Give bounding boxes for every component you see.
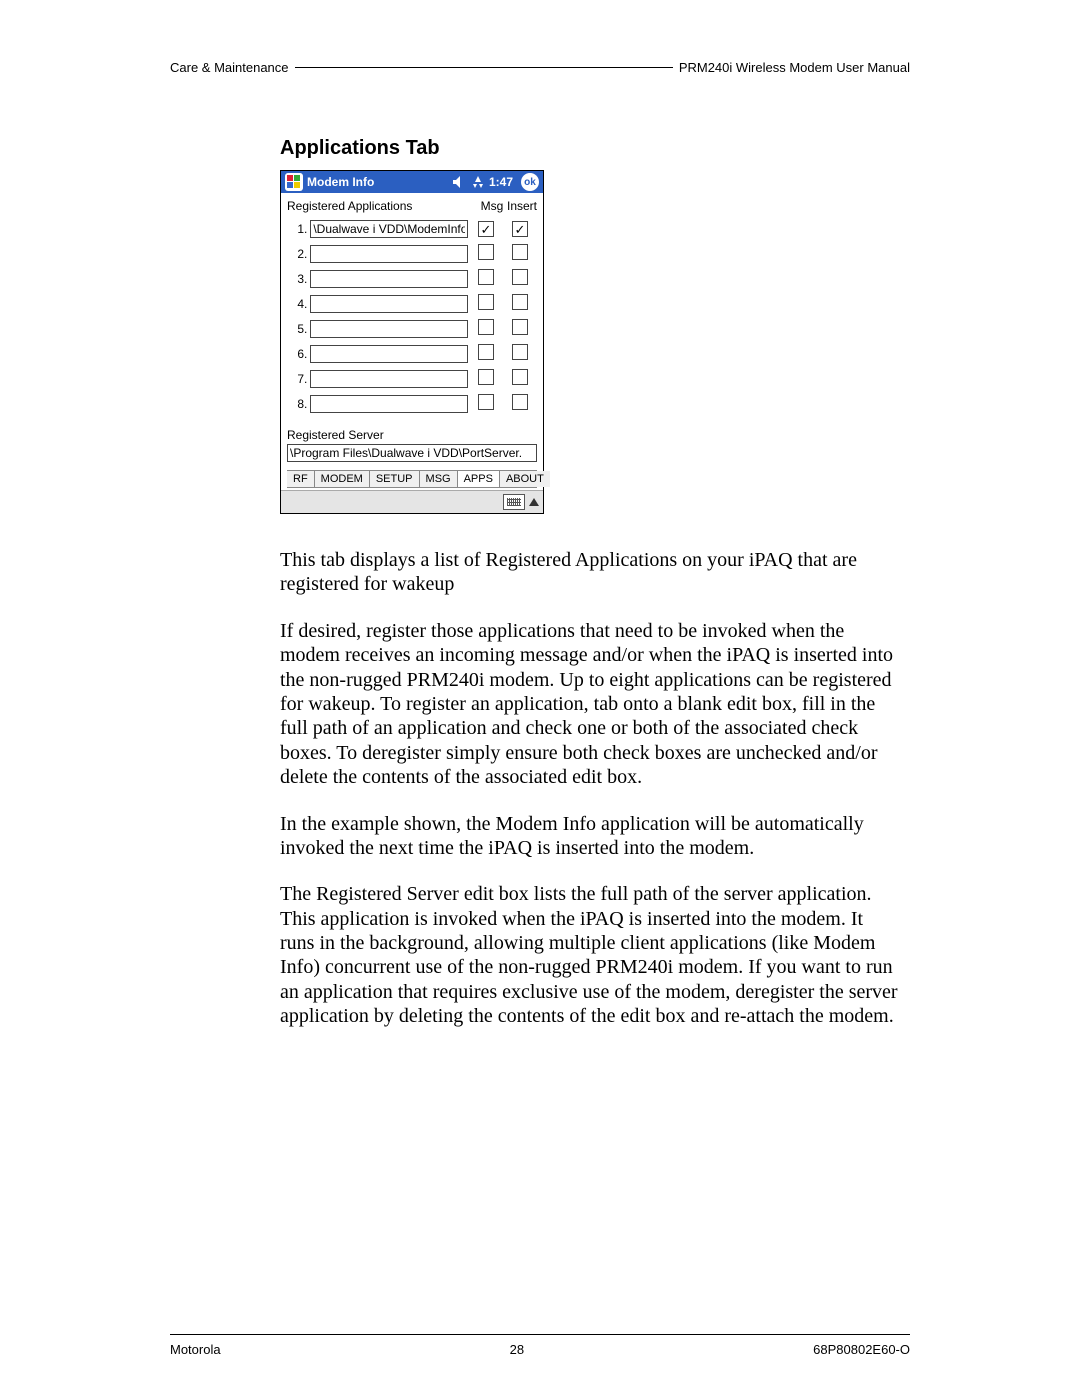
screenshot-figure: Modem Info 1:47 ok Registered Applicatio… <box>280 170 910 514</box>
apps-header-row: Registered Applications Msg Insert <box>287 199 537 213</box>
app-path-input[interactable] <box>310 220 468 238</box>
row-number: 7. <box>287 368 309 389</box>
app-row: 1. <box>287 219 537 239</box>
registered-apps-label: Registered Applications <box>287 199 477 213</box>
msg-checkbox[interactable] <box>478 269 494 285</box>
registered-server-box <box>287 442 537 462</box>
app-row: 7. <box>287 368 537 389</box>
row-number: 8. <box>287 393 309 414</box>
sip-taskbar <box>281 490 543 513</box>
app-row: 4. <box>287 293 537 314</box>
app-path-input[interactable] <box>310 245 468 263</box>
app-row: 2. <box>287 243 537 264</box>
tab-msg[interactable]: MSG <box>420 471 458 487</box>
header-rule <box>295 67 673 68</box>
window-titlebar: Modem Info 1:47 ok <box>281 171 543 193</box>
column-insert-label: Insert <box>507 199 537 213</box>
section-heading: Applications Tab <box>280 137 910 160</box>
speaker-icon[interactable] <box>453 176 467 188</box>
clock-text: 1:47 <box>489 175 513 189</box>
server-path-input[interactable] <box>287 444 537 462</box>
sip-up-arrow-icon[interactable] <box>529 498 539 506</box>
app-path-input[interactable] <box>310 370 468 388</box>
app-path-input[interactable] <box>310 345 468 363</box>
signal-icon[interactable] <box>471 176 485 188</box>
tab-setup[interactable]: SETUP <box>370 471 420 487</box>
body-text: This tab displays a list of Registered A… <box>280 548 900 1029</box>
app-path-input[interactable] <box>310 395 468 413</box>
insert-checkbox[interactable] <box>512 394 528 410</box>
app-row: 3. <box>287 268 537 289</box>
running-footer: Motorola 28 68P80802E60-O <box>170 1342 910 1357</box>
para-1: This tab displays a list of Registered A… <box>280 548 900 597</box>
footer-center: 28 <box>510 1342 524 1357</box>
row-number: 1. <box>287 219 309 239</box>
msg-checkbox[interactable] <box>478 369 494 385</box>
running-header: Care & Maintenance PRM240i Wireless Mode… <box>170 60 910 75</box>
ok-button[interactable]: ok <box>521 173 539 191</box>
insert-checkbox[interactable] <box>512 369 528 385</box>
app-path-input[interactable] <box>310 320 468 338</box>
app-row: 6. <box>287 343 537 364</box>
insert-checkbox[interactable] <box>512 344 528 360</box>
header-right: PRM240i Wireless Modem User Manual <box>679 60 910 75</box>
para-4: The Registered Server edit box lists the… <box>280 882 900 1028</box>
msg-checkbox[interactable] <box>478 244 494 260</box>
keyboard-icon[interactable] <box>503 494 525 510</box>
insert-checkbox[interactable] <box>512 319 528 335</box>
window-title: Modem Info <box>307 175 374 189</box>
bottom-tabs: RFMODEMSETUPMSGAPPSABOUT <box>287 470 537 488</box>
insert-checkbox[interactable] <box>512 244 528 260</box>
app-path-input[interactable] <box>310 270 468 288</box>
app-row: 8. <box>287 393 537 414</box>
tab-about[interactable]: ABOUT <box>500 471 550 487</box>
row-number: 3. <box>287 268 309 289</box>
footer-left: Motorola <box>170 1342 221 1357</box>
footer-right: 68P80802E60-O <box>813 1342 910 1357</box>
insert-checkbox[interactable] <box>512 294 528 310</box>
footer-rule <box>170 1334 910 1335</box>
header-left: Care & Maintenance <box>170 60 289 75</box>
insert-checkbox[interactable] <box>512 221 528 237</box>
registered-server-label: Registered Server <box>287 428 537 442</box>
msg-checkbox[interactable] <box>478 394 494 410</box>
tab-apps[interactable]: APPS <box>458 471 500 487</box>
start-flag-icon[interactable] <box>285 173 303 191</box>
tab-modem[interactable]: MODEM <box>315 471 370 487</box>
insert-checkbox[interactable] <box>512 269 528 285</box>
app-row: 5. <box>287 318 537 339</box>
para-3: In the example shown, the Modem Info app… <box>280 812 900 861</box>
tab-rf[interactable]: RF <box>287 471 315 487</box>
row-number: 2. <box>287 243 309 264</box>
msg-checkbox[interactable] <box>478 319 494 335</box>
msg-checkbox[interactable] <box>478 221 494 237</box>
row-number: 5. <box>287 318 309 339</box>
para-2: If desired, register those applications … <box>280 619 900 790</box>
msg-checkbox[interactable] <box>478 294 494 310</box>
column-msg-label: Msg <box>477 199 507 213</box>
row-number: 4. <box>287 293 309 314</box>
apps-table: 1. 2. 3. 4. 5. 6. 7. 8. <box>287 215 537 418</box>
row-number: 6. <box>287 343 309 364</box>
msg-checkbox[interactable] <box>478 344 494 360</box>
app-path-input[interactable] <box>310 295 468 313</box>
pocketpc-window: Modem Info 1:47 ok Registered Applicatio… <box>280 170 544 514</box>
